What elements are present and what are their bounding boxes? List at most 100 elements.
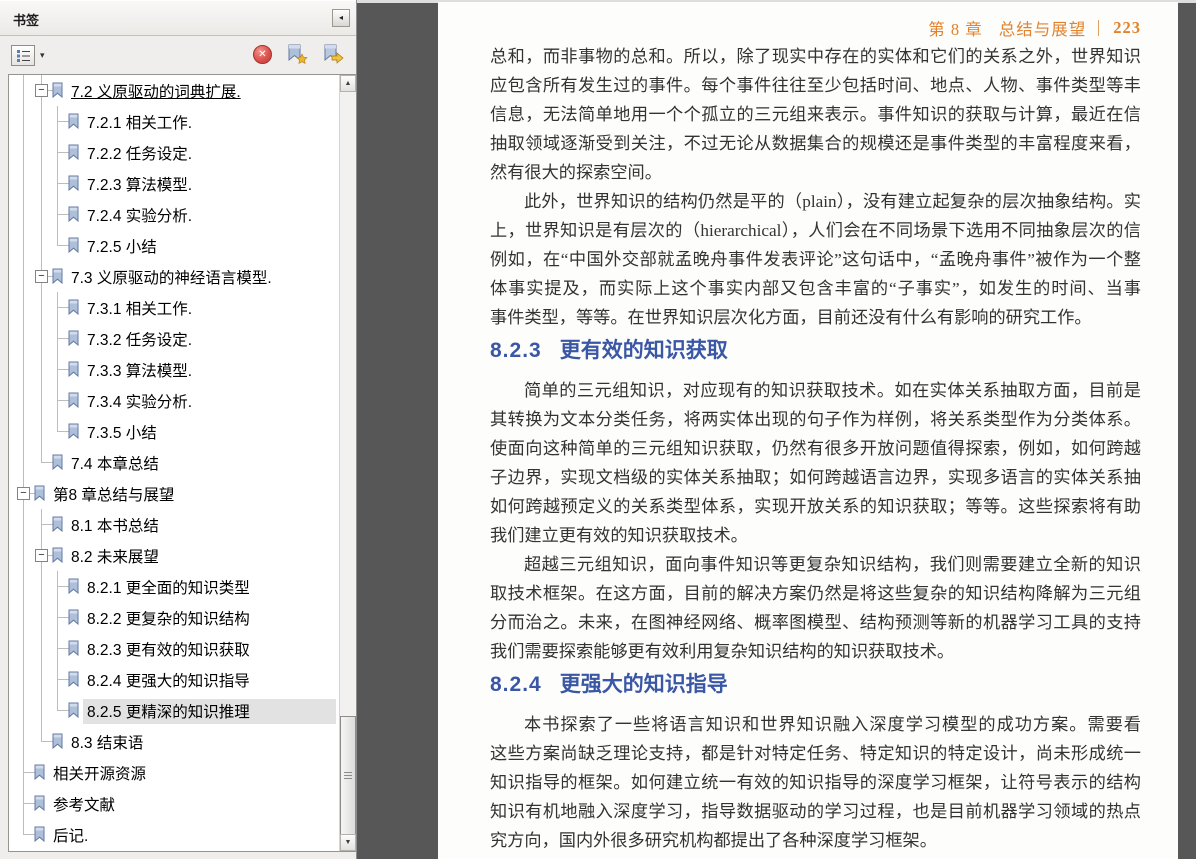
bookmark-label[interactable]: 8.2 未来展望 [67,544,163,569]
bookmark-label[interactable]: 相关开源资源 [49,761,150,786]
bookmark-item[interactable]: 8.2.2 更复杂的知识结构 [9,602,339,633]
bookmark-label[interactable]: 7.3.4 实验分析. [83,389,196,414]
section-heading: 8.2.3 更有效的知识获取 [490,336,1141,366]
bookmark-icon [51,547,64,564]
bookmark-item[interactable]: 7.2.3 算法模型. [9,168,339,199]
bookmark-label[interactable]: 7.2.5 小结 [83,234,161,259]
bookmark-item[interactable]: 相关开源资源 [9,757,339,788]
goto-bookmark-icon[interactable] [322,44,344,64]
bookmark-item[interactable]: − 8.2 未来展望 [9,540,339,571]
collapse-toggle-icon[interactable]: − [17,487,30,500]
bookmark-label[interactable]: 7.2 义原驱动的词典扩展. [67,79,245,104]
delete-bookmark-icon[interactable]: ✕ [253,44,272,64]
page-number: 223 [1113,18,1141,37]
bookmark-icon [67,330,80,347]
bookmark-label[interactable]: 7.2.4 实验分析. [83,203,196,228]
bookmark-icon [67,671,80,688]
text-line: 值得一提的是，知识指导的有效性既与深度学习框架设计有关，也与知识图谱对质 [490,855,1141,859]
new-bookmark-icon[interactable] [286,44,308,64]
bookmark-item[interactable]: 8.1 本书总结 [9,509,339,540]
options-menu-button[interactable] [11,45,35,66]
bookmark-label[interactable]: 第8 章总结与展望 [49,482,178,507]
bookmark-icon [51,733,64,750]
bookmark-label[interactable]: 7.2.1 相关工作. [83,110,196,135]
bookmark-icon [33,485,46,502]
bookmark-item[interactable]: 7.3.3 算法模型. [9,354,339,385]
scrollbar-thumb[interactable] [340,716,356,837]
bookmark-icon [67,113,80,130]
bookmark-item[interactable]: 8.2.1 更全面的知识类型 [9,571,339,602]
text-line: 我们需要探索能够更有效利用复杂知识结构的知识获取技术。 [490,642,955,661]
bookmark-label[interactable]: 参考文献 [49,792,119,817]
bookmark-label[interactable]: 后记. [49,823,92,848]
bookmark-icon [67,299,80,316]
scroll-down-icon[interactable]: ▼ [340,834,356,851]
bookmark-label[interactable]: 7.3.3 算法模型. [83,358,196,383]
bookmark-label[interactable]: 7.3.2 任务设定. [83,327,196,352]
paragraph: 本书探索了一些将语言知识和世界知识融入深度学习模型的成功方案。需要看到， 这些方案… [490,710,1141,855]
bookmark-item[interactable]: − 7.3 义原驱动的神经语言模型. [9,261,339,292]
text-line: 上，世界知识是有层次的（hierarchical），人们会在不同场景下选用不同抽… [490,221,1141,240]
collapse-panel-button[interactable]: ◂ [332,9,350,27]
text-line: 信息，无法简单地用一个个孤立的三元组来表示。事件知识的获取与计算，最近在信息 [490,105,1141,124]
bookmark-label[interactable]: 7.2.2 任务设定. [83,141,196,166]
bookmark-item[interactable]: 7.2.4 实验分析. [9,199,339,230]
bookmark-item[interactable]: 8.2.4 更强大的知识指导 [9,664,339,695]
text-line: 超越三元组知识，面向事件知识等更复杂知识结构，我们则需要建立全新的知识获 [524,555,1141,574]
collapse-toggle-icon[interactable]: − [35,270,48,283]
scroll-up-icon[interactable]: ▲ [340,75,356,92]
bookmark-icon [51,454,64,471]
bookmark-item[interactable]: 7.3.4 实验分析. [9,385,339,416]
bookmark-icon [33,795,46,812]
bookmark-icon [51,82,64,99]
bookmark-item[interactable]: 7.3.2 任务设定. [9,323,339,354]
bookmark-label[interactable]: 7.4 本章总结 [67,451,163,476]
bookmark-item[interactable]: 7.2.2 任务设定. [9,137,339,168]
text-line: 应包含所有发生过的事件。每个事件往往至少包括时间、地点、人物、事件类型等丰富 [490,76,1141,95]
bookmark-item[interactable]: 8.3 结束语 [9,726,339,757]
text-line: 例如，在“中国外交部就孟晚舟事件发表评论”这句话中，“孟晚舟事件”被作为一个整 [490,250,1141,269]
bookmark-label[interactable]: 7.2.3 算法模型. [83,172,196,197]
running-header: 第 8 章 总结与展望 223 [928,16,1141,40]
bookmark-item[interactable]: 7.3.1 相关工作. [9,292,339,323]
bookmark-label[interactable]: 8.3 结束语 [67,730,147,755]
bookmark-icon [51,268,64,285]
bookmark-label[interactable]: 7.3.5 小结 [83,420,161,445]
bookmark-item[interactable]: − 第8 章总结与展望 [9,478,339,509]
options-caret-icon[interactable]: ▾ [40,50,45,61]
text-line: 本书探索了一些将语言知识和世界知识融入深度学习模型的成功方案。需要看到， [524,715,1141,734]
text-line: 取技术框架。在这方面，目前的解决方案仍然是将这些复杂的知识结构降解为三元组来 [490,584,1141,603]
bookmark-icon [67,175,80,192]
bookmark-item[interactable]: 7.2.5 小结 [9,230,339,261]
bookmark-item[interactable]: 7.2.1 相关工作. [9,106,339,137]
bookmark-item[interactable]: 7.3.5 小结 [9,416,339,447]
panel-scrollbar[interactable]: ▲ ▼ [339,75,356,851]
bookmark-label[interactable]: 8.2.1 更全面的知识类型 [83,575,254,600]
bookmark-label[interactable]: 7.3 义原驱动的神经语言模型. [67,265,276,290]
bookmarks-toolbar: ▾ ✕ [0,37,356,74]
bookmark-label[interactable]: 8.2.4 更强大的知识指导 [83,668,254,693]
text-line: 其转换为文本分类任务，将两实体出现的句子作为样例，将关系类型作为分类体系。即 [490,410,1141,429]
bookmark-label[interactable]: 8.2.5 更精深的知识推理 [83,699,336,724]
section-title: 更有效的知识获取 [559,339,728,362]
section-heading: 8.2.4 更强大的知识指导 [490,670,1141,700]
bookmark-label[interactable]: 8.1 本书总结 [67,513,163,538]
bookmark-label[interactable]: 8.2.2 更复杂的知识结构 [83,606,254,631]
collapse-toggle-icon[interactable]: − [35,84,48,97]
text-line: 这些方案尚缺乏理论支持，都是针对特定任务、特定知识的特定设计，尚未形成统一的 [490,744,1141,763]
text-line: 知识有机地融入深度学习，指导数据驱动的学习过程，也是目前机器学习领域的热点研 [490,802,1141,821]
bookmark-label[interactable]: 7.3.1 相关工作. [83,296,196,321]
bookmark-item[interactable]: 7.4 本章总结 [9,447,339,478]
bookmark-item[interactable]: 参考文献 [9,788,339,819]
bookmark-item[interactable]: 后记. [9,819,339,850]
document-area: 第 8 章 总结与展望 223 总和，而非事物的总和。所以，除了现实中存在的实体… [357,0,1196,859]
bookmark-item[interactable]: 8.2.5 更精深的知识推理 [9,695,339,726]
pdf-page: 第 8 章 总结与展望 223 总和，而非事物的总和。所以，除了现实中存在的实体… [438,2,1178,859]
text-line: 我们建立更有效的知识获取技术。 [490,526,748,545]
bookmark-item[interactable]: 8.2.3 更有效的知识获取 [9,633,339,664]
bookmark-label[interactable]: 8.2.3 更有效的知识获取 [83,637,254,662]
paragraph: 总和，而非事物的总和。所以，除了现实中存在的实体和它们的关系之外，世界知识还应包… [490,42,1141,187]
collapse-toggle-icon[interactable]: − [35,549,48,562]
bookmark-item[interactable]: − 7.2 义原驱动的词典扩展. [9,75,339,106]
bookmark-icon [67,609,80,626]
